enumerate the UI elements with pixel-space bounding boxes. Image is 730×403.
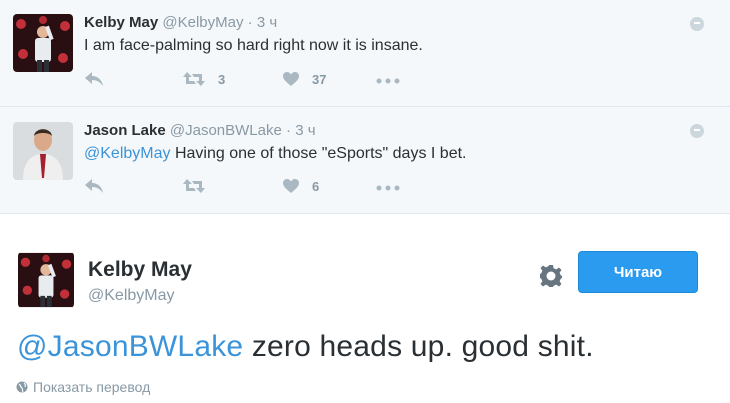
translate-link[interactable]: Показать перевод <box>16 379 150 395</box>
gear-icon[interactable] <box>539 264 563 288</box>
heart-icon <box>283 179 299 193</box>
tweet-body: zero heads up. good shit. <box>243 330 594 363</box>
ellipsis-icon <box>376 185 400 191</box>
timestamp[interactable]: 3 ч <box>257 14 277 31</box>
like-count: 37 <box>312 71 327 87</box>
separator-dot: · <box>247 14 253 31</box>
mention-link[interactable]: @KelbyMay <box>84 145 171 162</box>
like-button[interactable]: 6 <box>282 178 319 194</box>
tweet-text: @KelbyMay Having one of those "eSports" … <box>84 145 466 163</box>
reply-tweet-kelby[interactable]: Kelby May @KelbyMay · 3 ч I am face-palm… <box>0 0 730 107</box>
more-actions-button[interactable] <box>376 78 400 84</box>
separator-dot: · <box>286 122 292 139</box>
ellipsis-icon <box>376 78 400 84</box>
avatar[interactable] <box>18 252 74 308</box>
more-options-caret-icon[interactable] <box>690 124 704 138</box>
tweet-text: @JasonBWLake zero heads up. good shit. <box>17 330 594 364</box>
author-handle[interactable]: @KelbyMay <box>88 287 175 305</box>
author-name[interactable]: Kelby May <box>84 14 158 31</box>
avatar[interactable] <box>13 14 73 72</box>
reply-button[interactable] <box>84 178 104 194</box>
translate-label: Показать перевод <box>33 379 151 395</box>
tweet-text: I am face-palming so hard right now it i… <box>84 37 423 54</box>
reply-icon <box>85 72 103 86</box>
author-handle[interactable]: @JasonBWLake <box>170 122 282 139</box>
author-handle[interactable]: @KelbyMay <box>162 14 243 31</box>
like-count: 6 <box>312 178 320 194</box>
retweet-button[interactable]: 3 <box>182 71 225 87</box>
tweet-body: Having one of those "eSports" days I bet… <box>170 145 467 162</box>
reply-button[interactable] <box>84 71 104 87</box>
globe-icon <box>16 381 28 393</box>
mention-link[interactable]: @JasonBWLake <box>17 330 243 363</box>
main-tweet: Kelby May @KelbyMay Читаю @JasonBWLake z… <box>0 214 730 403</box>
reply-tweet-jason[interactable]: Jason Lake @JasonBWLake · 3 ч @KelbyMay … <box>0 107 730 214</box>
avatar[interactable] <box>13 122 73 180</box>
heart-icon <box>283 72 299 86</box>
more-actions-button[interactable] <box>376 185 400 191</box>
retweet-count: 3 <box>218 71 226 87</box>
author-name[interactable]: Kelby May <box>88 258 192 282</box>
retweet-icon <box>183 72 205 86</box>
retweet-button[interactable] <box>182 178 218 194</box>
reply-icon <box>85 179 103 193</box>
more-options-caret-icon[interactable] <box>690 17 704 31</box>
author-name[interactable]: Jason Lake <box>84 122 166 139</box>
like-button[interactable]: 37 <box>282 71 326 87</box>
retweet-icon <box>183 179 205 193</box>
timestamp[interactable]: 3 ч <box>295 122 315 139</box>
following-button[interactable]: Читаю <box>578 251 698 293</box>
